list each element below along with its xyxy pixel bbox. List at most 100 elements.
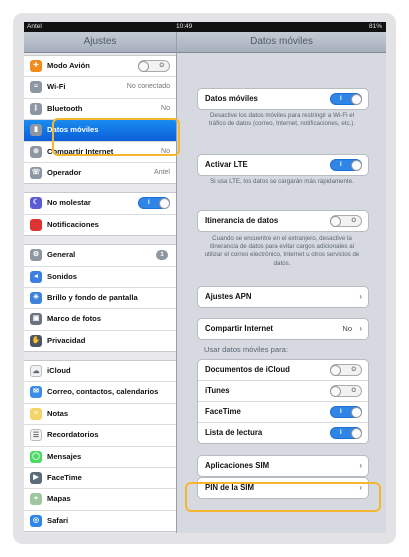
carrier-icon: ☏ — [30, 166, 42, 179]
battery-percentage: 81% — [368, 23, 382, 30]
sidebar-item-modo-avion[interactable]: ✈ Modo Avión O — [24, 56, 176, 78]
wifi-icon: ≈ — [30, 81, 42, 94]
sidebar-item-label: No molestar — [47, 198, 91, 208]
cellular-data-toggle[interactable]: I — [330, 93, 362, 105]
highlight-sim-pin — [185, 482, 381, 512]
sidebar-item-label: Bluetooth — [47, 103, 83, 113]
brightness-icon: ☀ — [30, 291, 42, 304]
sidebar-item-label: iCloud — [47, 366, 71, 376]
itunes-toggle[interactable]: O — [330, 385, 362, 397]
lte-note: Si usa LTE, los datos se cargarán más rá… — [210, 178, 354, 185]
no-molestar-toggle[interactable]: I — [138, 197, 170, 210]
speaker-icon: ◂ — [30, 270, 42, 283]
sidebar-item-label: Sonidos — [47, 271, 77, 281]
personal-hotspot-label: Compartir Internet — [205, 324, 274, 333]
detail-pane: Datos móviles Datos móviles I Desactive … — [177, 32, 386, 533]
sidebar-item-label: Modo Avión — [47, 61, 90, 70]
sidebar-item-marco-de-fotos[interactable]: ▣ Marco de fotos — [24, 309, 176, 331]
carrier-label: Antel — [27, 23, 42, 30]
sidebar-item-wi-fi[interactable]: ≈ Wi-Fi No conectado — [24, 77, 176, 99]
roaming-row: Itinerancia de datos O — [198, 211, 368, 231]
sidebar-item-label: Wi-Fi — [47, 82, 66, 92]
picture-frame-icon: ▣ — [30, 313, 42, 326]
facetime-toggle[interactable]: I — [330, 406, 362, 418]
apn-settings-label: Ajustes APN — [205, 292, 252, 301]
personal-hotspot-icon: ⊚ — [30, 145, 42, 158]
cellular-data-note: Desactive los datos móviles para restrin… — [208, 112, 356, 128]
sidebar-item-mapas[interactable]: ⌖ Mapas — [24, 489, 176, 511]
toggle-knob — [351, 428, 362, 439]
hotspot-group: Compartir Internet No › — [197, 318, 369, 340]
notes-icon: ≡ — [30, 407, 42, 420]
sidebar-item-facetime[interactable]: ▶ FaceTime — [24, 468, 176, 490]
sidebar-item-mensajes[interactable]: ◯ Mensajes — [24, 446, 176, 469]
lte-row: Activar LTE I — [198, 155, 368, 175]
apn-group: Ajustes APN › — [197, 286, 369, 308]
toggle-knob — [330, 386, 341, 397]
sidebar-item-bluetooth[interactable]: ᛒ Bluetooth No — [24, 98, 176, 121]
sidebar-item-safari[interactable]: ◎ Safari — [24, 510, 176, 532]
sidebar-item-brillo-y-fondo-de-pantalla[interactable]: ☀ Brillo y fondo de pantalla — [24, 287, 176, 310]
chevron-right-icon: › — [359, 324, 362, 333]
sim-applications-row[interactable]: Aplicaciones SIM › — [198, 456, 368, 476]
status-bar: Antel 10:49 81% — [24, 22, 386, 32]
sidebar-item-operador[interactable]: ☏ Operador Antel — [24, 162, 176, 184]
chevron-right-icon: › — [359, 461, 362, 470]
personal-hotspot-value: No — [342, 324, 352, 333]
toggle-mark: I — [340, 96, 342, 102]
lista-de-lectura-toggle[interactable]: I — [330, 427, 362, 439]
toggle-mark: O — [351, 218, 356, 224]
sidebar-item-correo-contactos-calendarios[interactable]: ✉ Correo, contactos, calendarios — [24, 382, 176, 404]
sidebar-item-label: Marco de fotos — [47, 314, 102, 324]
sidebar-group: ☁ iCloud ✉ Correo, contactos, calendarios ≡ N… — [24, 360, 176, 533]
personal-hotspot-row[interactable]: Compartir Internet No › — [198, 319, 368, 339]
documentos-de-icloud-toggle[interactable]: O — [330, 364, 362, 376]
settings-sidebar: Ajustes ✈ Modo Avión O ≈ Wi-Fi No conectado ᛒ B… — [24, 32, 177, 533]
moon-icon: ☾ — [30, 197, 42, 210]
sidebar-item-label: Brillo y fondo de pantalla — [47, 292, 138, 302]
sidebar-item-icloud[interactable]: ☁ iCloud — [24, 361, 176, 383]
sidebar-item-sonidos[interactable]: ◂ Sonidos — [24, 266, 176, 288]
sidebar-item-label: Notificaciones — [47, 219, 99, 229]
toggle-knob — [351, 407, 362, 418]
cellular-data-icon: ▮ — [30, 124, 42, 137]
mail-icon: ✉ — [30, 386, 42, 399]
roaming-toggle[interactable]: O — [330, 215, 362, 227]
sidebar-item-label: Recordatorios — [47, 430, 99, 440]
usage-row-label: iTunes — [205, 386, 230, 395]
sidebar-item-notas[interactable]: ≡ Notas — [24, 403, 176, 426]
update-badge: 1 — [156, 250, 168, 261]
hand-icon: ✋ — [30, 334, 42, 347]
maps-icon: ⌖ — [30, 493, 42, 506]
toggle-knob — [138, 61, 149, 72]
sidebar-item-value: No — [161, 104, 170, 112]
cellular-data-group: Datos móviles I — [197, 88, 369, 110]
roaming-note: Cuando se encuentre en el extranjero, de… — [204, 235, 360, 267]
chevron-right-icon: › — [359, 292, 362, 301]
sidebar-item-no-molestar[interactable]: ☾ No molestar I — [24, 193, 176, 215]
toggle-knob — [159, 198, 170, 210]
sidebar-item-label: Safari — [47, 515, 69, 525]
sidebar-item-label: Correo, contactos, calendarios — [47, 387, 159, 397]
usage-row-documentos-de-icloud: Documentos de iCloud O — [198, 360, 368, 381]
sidebar-group: ☾ No molestar I Notificaciones — [24, 192, 176, 237]
lte-toggle[interactable]: I — [330, 159, 362, 171]
highlight-datos-moviles — [52, 118, 180, 156]
apn-settings-row[interactable]: Ajustes APN › — [198, 287, 368, 307]
sidebar-item-privacidad[interactable]: ✋ Privacidad — [24, 330, 176, 352]
usage-row-lista-de-lectura: Lista de lectura I — [198, 423, 368, 443]
usage-row-label: Documentos de iCloud — [205, 365, 290, 374]
usage-row-label: FaceTime — [205, 407, 241, 416]
toggle-mark: O — [351, 367, 356, 373]
sidebar-item-label: Notas — [47, 408, 69, 418]
sidebar-item-recordatorios[interactable]: ☰ Recordatorios — [24, 425, 176, 447]
sidebar-item-notificaciones[interactable]: Notificaciones — [24, 214, 176, 236]
clock: 10:49 — [176, 23, 193, 30]
toggle-mark: I — [340, 409, 342, 415]
roaming-label: Itinerancia de datos — [205, 216, 279, 225]
sidebar-item-general[interactable]: ⚙ General 1 — [24, 245, 176, 267]
toggle-mark: O — [351, 388, 356, 394]
usage-section-header: Usar datos móviles para: — [204, 345, 288, 354]
sidebar-item-label: Mensajes — [47, 451, 82, 461]
modo-avion-toggle[interactable]: O — [138, 60, 170, 72]
